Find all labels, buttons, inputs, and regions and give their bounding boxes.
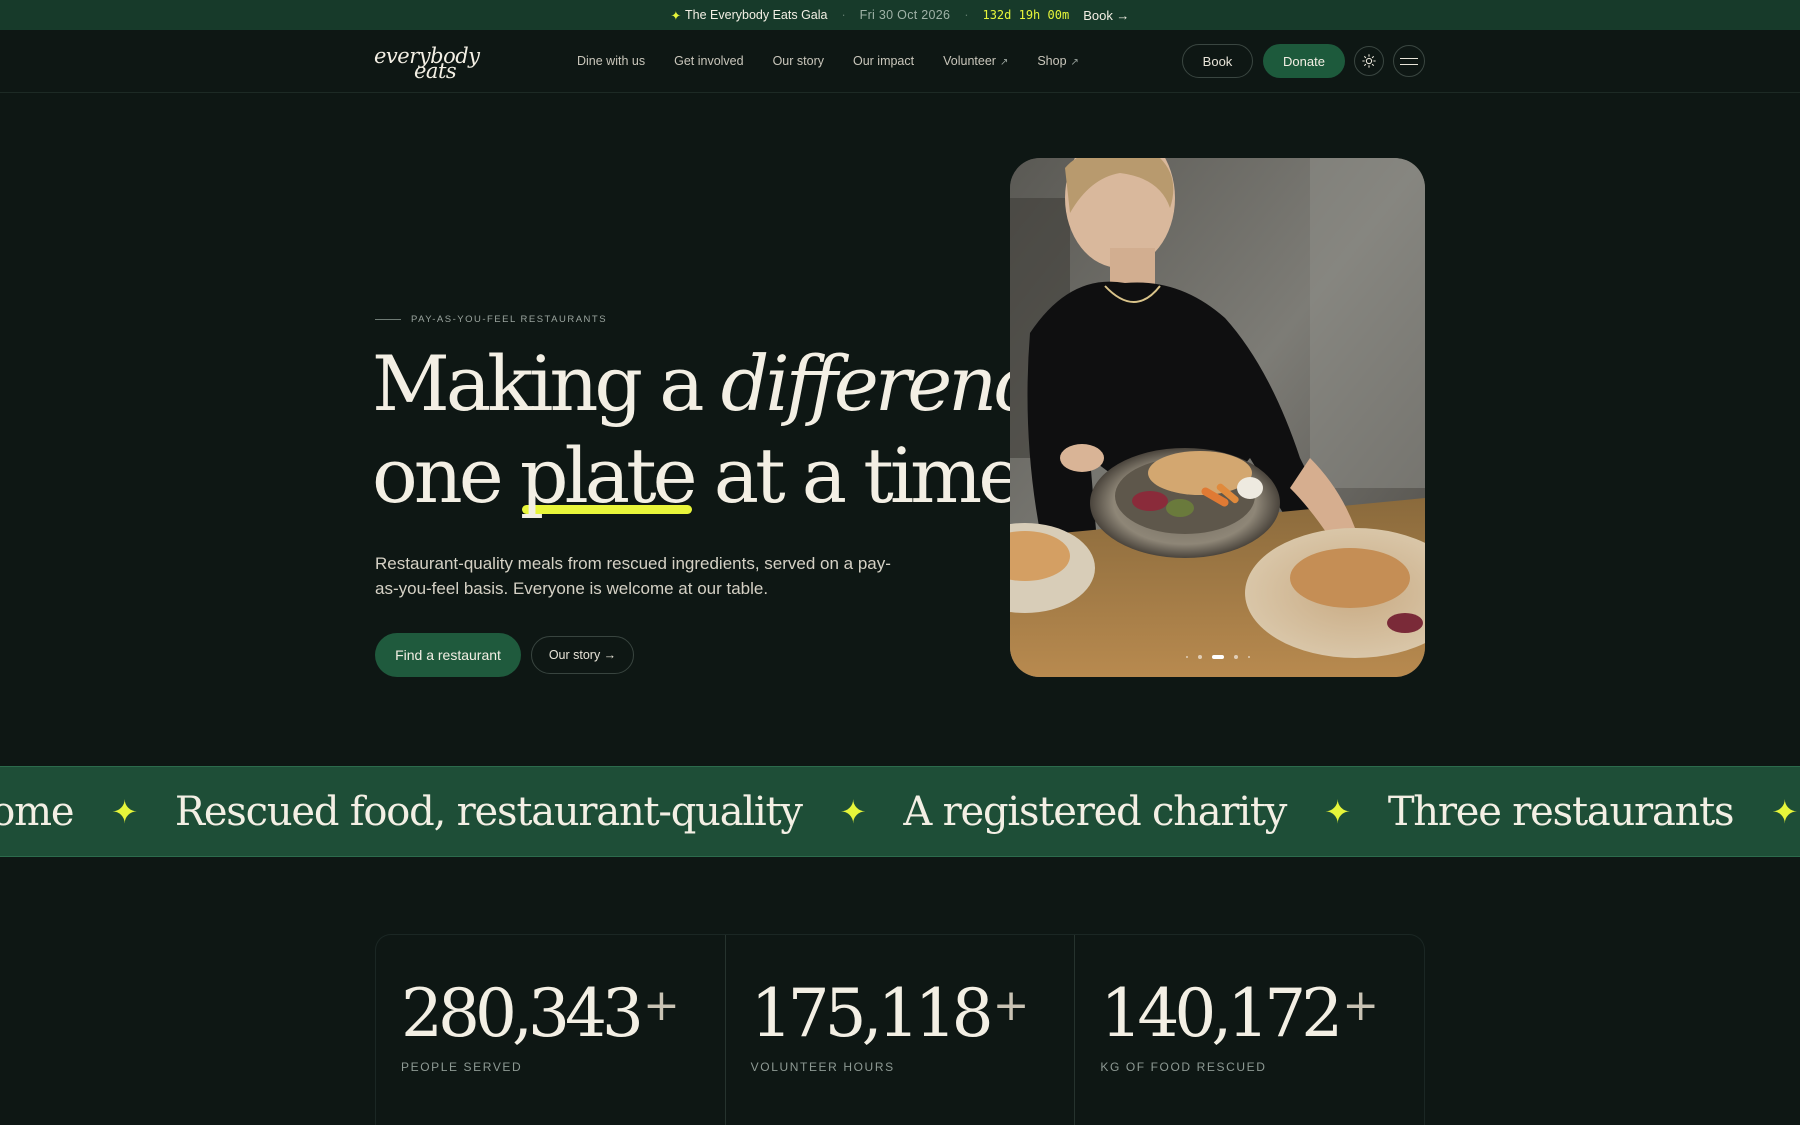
our-story-button[interactable]: Our story →	[531, 636, 634, 674]
stat-food-rescued: 140,172+ KG OF FOOD RESCUED	[1075, 935, 1424, 1125]
menu-button[interactable]	[1393, 45, 1425, 77]
carousel-dot[interactable]	[1247, 656, 1250, 658]
headline-plate: plate	[519, 430, 698, 522]
values-marquee: come ✦ Rescued food, restaurant-quality …	[0, 766, 1800, 857]
sparkle-icon: ✦	[1324, 792, 1351, 831]
sparkle-icon: ✦	[839, 792, 867, 831]
external-arrow-icon: ↗	[999, 57, 1009, 68]
stat-value: 140,172+	[1100, 975, 1379, 1052]
stat-label: KG OF FOOD RESCUED	[1100, 1060, 1267, 1074]
carousel-dots	[1010, 655, 1425, 659]
nav-link-volunteer[interactable]: Volunteer ↗	[943, 54, 1008, 68]
headline-one: one	[372, 431, 520, 520]
nav-link-our-story[interactable]: Our story	[773, 54, 824, 68]
stat-number: 280,343	[401, 975, 644, 1052]
stat-label: VOLUNTEER HOURS	[750, 1060, 895, 1074]
separator-dot: ·	[841, 8, 846, 22]
find-restaurant-button[interactable]: Find a restaurant	[375, 633, 521, 677]
hero-eyebrow: PAY-AS-YOU-FEEL RESTAURANTS	[375, 314, 607, 325]
stat-number: 140,172	[1100, 975, 1343, 1052]
marquee-item: Three restaurants	[1387, 788, 1735, 835]
nav-links: Dine with us Get involved Our story Our …	[577, 30, 1079, 92]
sparkle-icon: ✦	[111, 792, 138, 831]
carousel-dot-active[interactable]	[1211, 655, 1224, 659]
main-nav: everybody eats Dine with us Get involved…	[0, 30, 1800, 93]
hero-lede: Restaurant-quality meals from rescued in…	[375, 554, 891, 598]
stat-suffix: +	[1342, 980, 1380, 1031]
carousel-dot[interactable]	[1233, 655, 1238, 659]
announcement-bar: ✦ The Everybody Eats Gala · Fri 30 Oct 2…	[0, 0, 1800, 30]
stat-value: 280,343+	[401, 975, 680, 1052]
headline-plate-word: plate	[519, 431, 698, 520]
sparkle-icon: ✦	[1771, 792, 1798, 831]
nav-link-dine-with-us[interactable]: Dine with us	[577, 54, 645, 68]
marquee-item: A registered charity	[903, 788, 1287, 835]
stat-people-served: 280,343+ PEOPLE SERVED	[376, 935, 726, 1125]
stat-label: PEOPLE SERVED	[401, 1060, 523, 1074]
separator-dot: ·	[964, 8, 969, 22]
headline-making-a: Making a	[372, 339, 721, 428]
book-button[interactable]: Book	[1182, 44, 1253, 78]
gala-date: Fri 30 Oct 2026	[859, 8, 951, 22]
stat-suffix: +	[992, 980, 1030, 1031]
eyebrow-rule	[375, 319, 401, 320]
stat-number: 175,118	[750, 975, 994, 1052]
marquee-item: Rescued food, restaurant-quality	[174, 788, 803, 835]
marquee-track: come ✦ Rescued food, restaurant-quality …	[0, 767, 1800, 856]
theme-toggle-button[interactable]	[1354, 46, 1384, 76]
sparkle-icon: ✦	[670, 8, 682, 23]
stat-suffix: +	[642, 980, 680, 1031]
hero-headline: Making a difference one plate at a time.	[372, 338, 1077, 522]
hero-photo-carousel[interactable]	[1010, 158, 1425, 677]
carousel-dot[interactable]	[1197, 655, 1202, 659]
logo-word-eats: eats	[414, 59, 457, 83]
external-arrow-icon: ↗	[1070, 57, 1079, 68]
nav-link-shop-label: Shop	[1037, 54, 1067, 68]
marquee-item: come	[0, 788, 75, 835]
headline-at-a-time: at a time.	[693, 431, 1044, 520]
headline-line-2: one plate at a time.	[372, 430, 1043, 522]
nav-link-shop[interactable]: Shop ↗	[1037, 54, 1079, 68]
headline-line-1: Making a difference	[372, 338, 1077, 430]
nav-link-our-impact[interactable]: Our impact	[853, 54, 914, 68]
donate-button[interactable]: Donate	[1263, 44, 1345, 78]
carousel-dot[interactable]	[1185, 656, 1188, 658]
nav-link-volunteer-label: Volunteer	[943, 54, 996, 68]
stat-volunteer-hours: 175,118+ VOLUNTEER HOURS	[726, 935, 1076, 1125]
impact-stats: 280,343+ PEOPLE SERVED 175,118+ VOLUNTEE…	[375, 934, 1425, 1125]
gala-book-link[interactable]: Book →	[1083, 8, 1129, 23]
diner-with-plate-photo	[1010, 158, 1425, 677]
gala-countdown: 132d 19h 00m	[982, 8, 1070, 22]
eyebrow-text: PAY-AS-YOU-FEEL RESTAURANTS	[411, 314, 608, 325]
gala-event-name: The Everybody Eats Gala	[685, 8, 828, 22]
stat-value: 175,118+	[751, 975, 1030, 1052]
sun-icon	[1362, 54, 1376, 68]
everybody-eats-logo[interactable]: everybody eats	[374, 44, 480, 83]
nav-link-get-involved[interactable]: Get involved	[674, 54, 743, 68]
hamburger-icon	[1400, 57, 1418, 65]
